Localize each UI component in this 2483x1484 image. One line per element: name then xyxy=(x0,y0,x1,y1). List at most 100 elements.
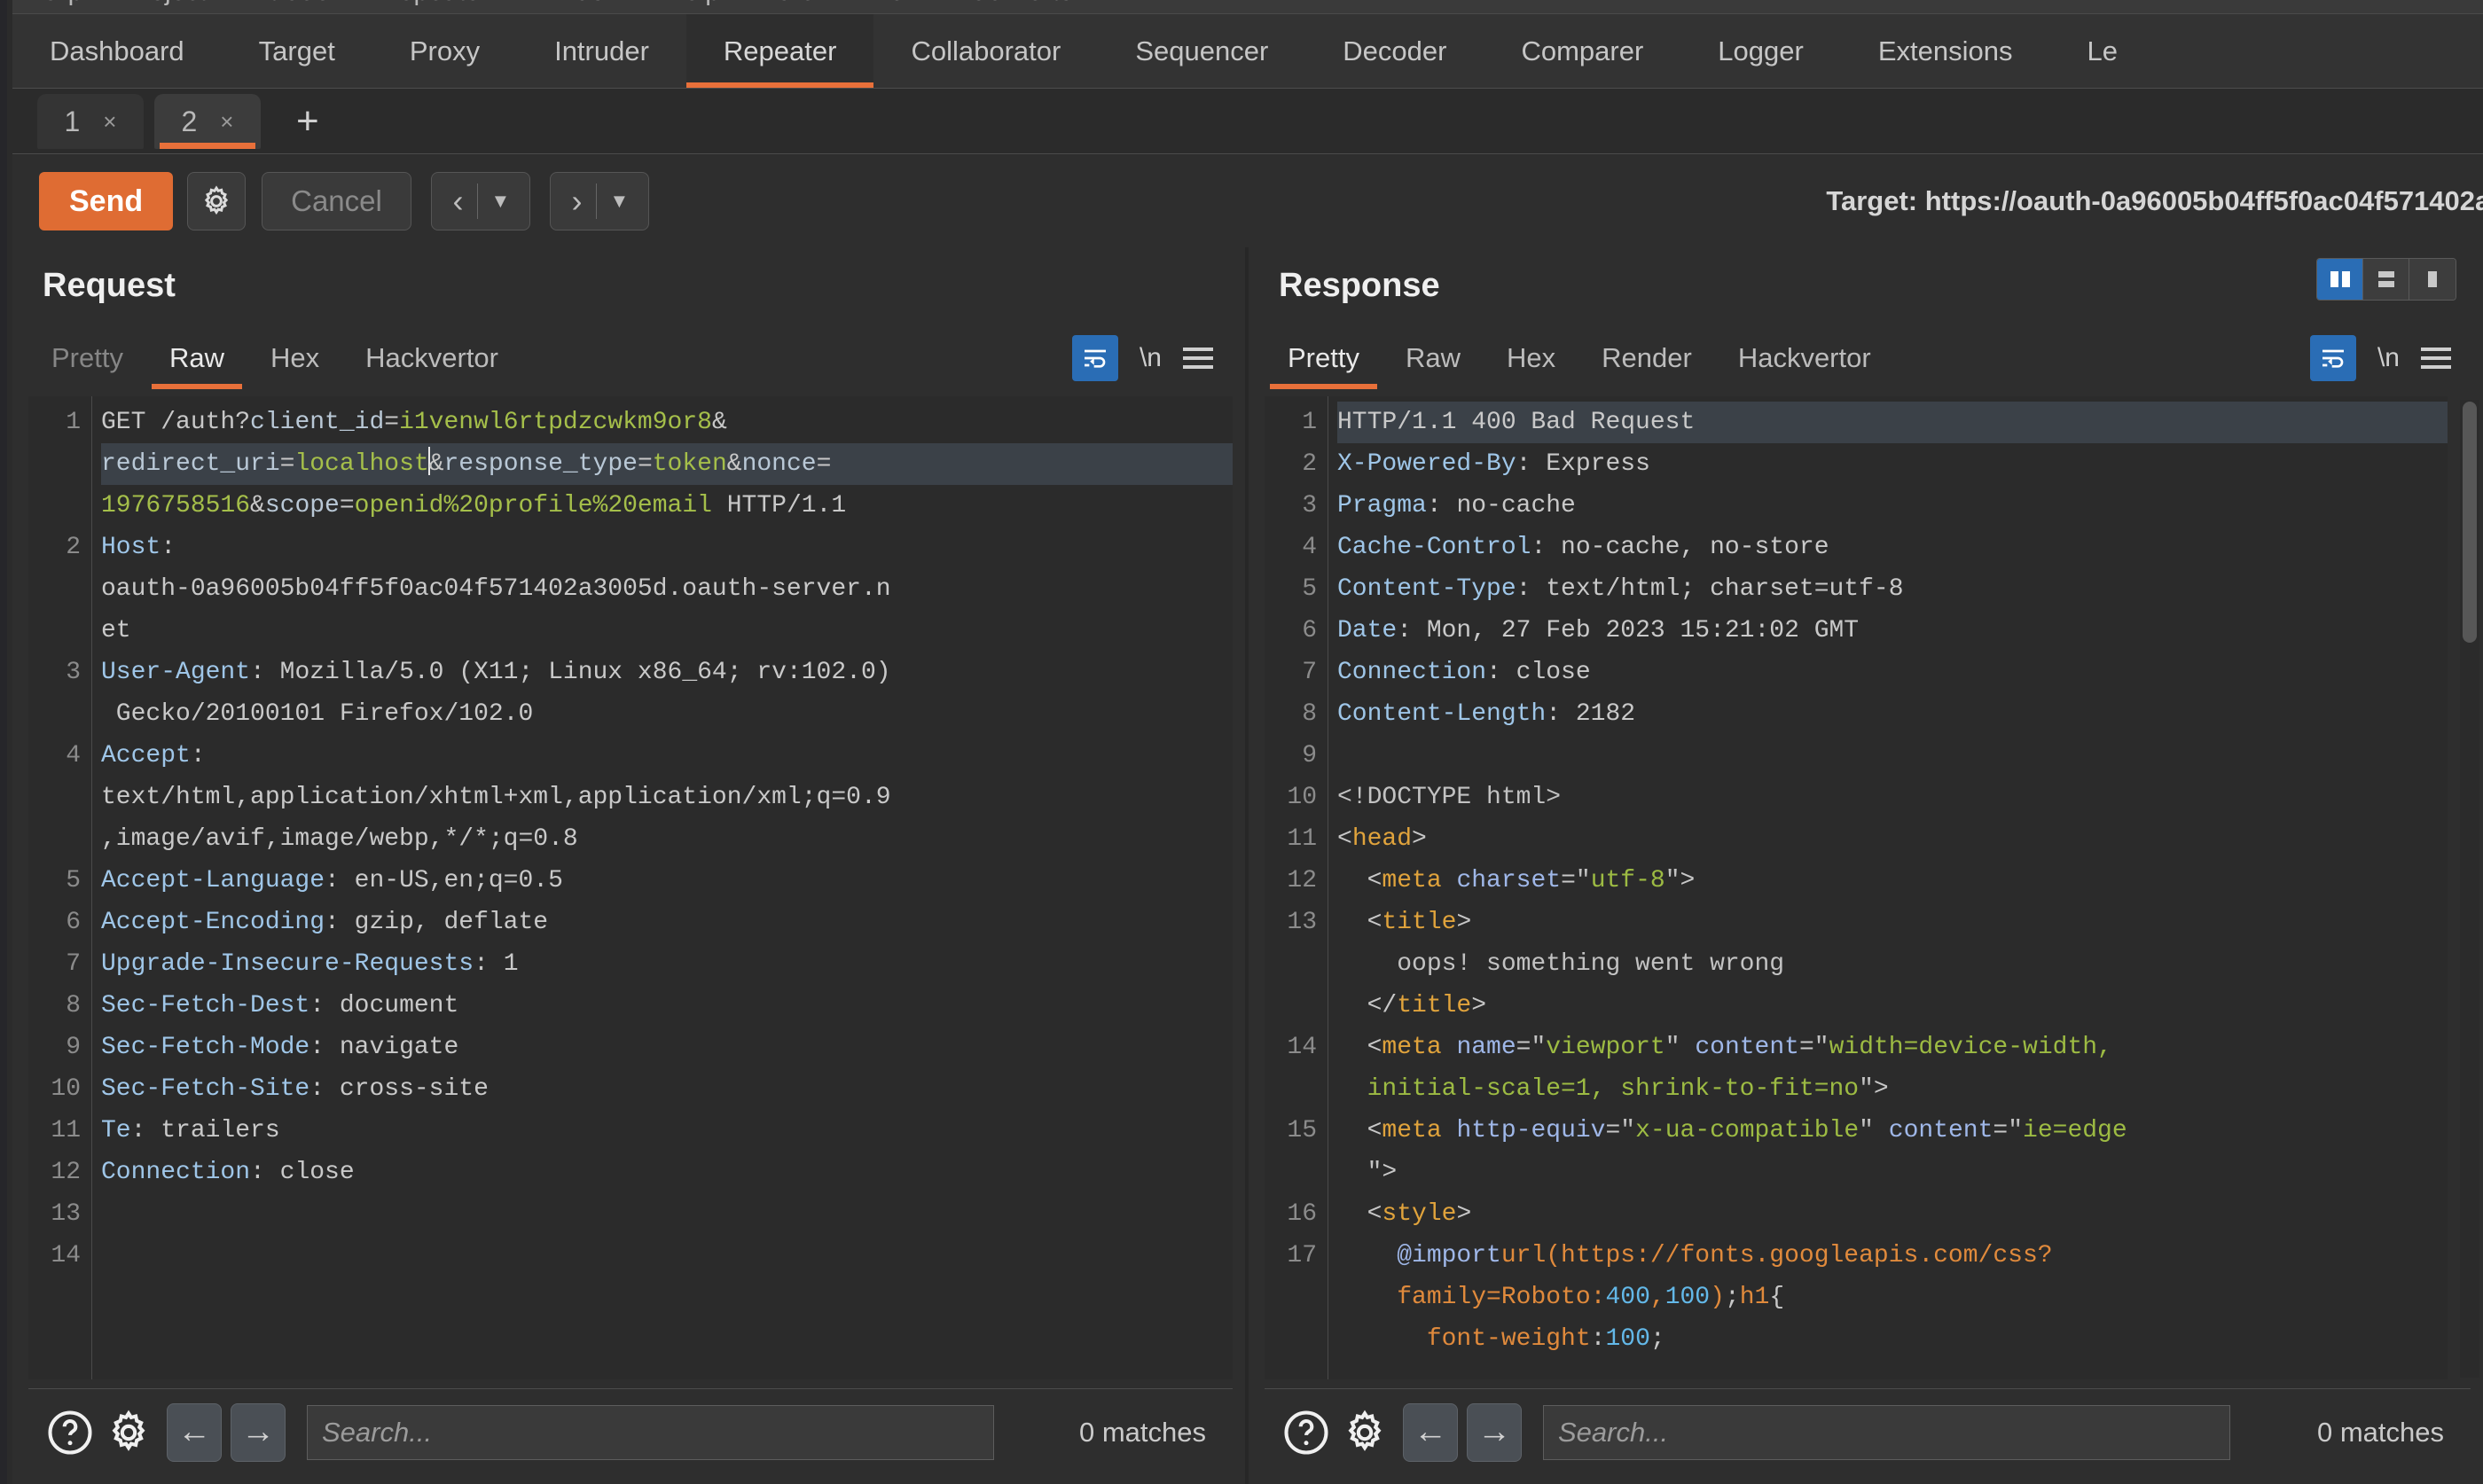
search-settings-gear-icon[interactable] xyxy=(99,1403,158,1462)
line-number: 9 xyxy=(1265,735,1328,777)
search-previous-button[interactable]: ← xyxy=(167,1403,222,1462)
response-message-body[interactable]: HTTP/1.1 400 Bad Request X-Powered-By: E… xyxy=(1328,396,2448,1379)
send-button[interactable]: Send xyxy=(39,172,173,230)
word-wrap-toggle[interactable] xyxy=(1072,335,1118,381)
code-line: Content-Length: 2182 xyxy=(1337,693,2448,735)
layout-single-button[interactable] xyxy=(2409,259,2456,300)
suite-tab-label: Intruder xyxy=(554,35,649,67)
word-wrap-toggle[interactable] xyxy=(2310,335,2356,381)
suite-tab-decoder[interactable]: Decoder xyxy=(1305,14,1484,88)
code-line: <head> xyxy=(1337,818,2448,860)
suite-tab-le[interactable]: Le xyxy=(2049,14,2154,88)
menu-item[interactable]: Intruder xyxy=(247,0,339,7)
scrollbar-thumb[interactable] xyxy=(2463,402,2477,643)
burger-menu-icon[interactable] xyxy=(2421,348,2451,369)
word-wrap-icon xyxy=(2319,344,2347,372)
line-number: 9 xyxy=(28,1027,91,1068)
cancel-button[interactable]: Cancel xyxy=(262,172,411,230)
request-search-input[interactable]: Search... xyxy=(307,1405,994,1460)
line-number xyxy=(28,485,91,527)
response-editor[interactable]: 12345678910111213 14 15 1617 HTTP/1.1 40… xyxy=(1265,396,2448,1379)
repeater-tab-1[interactable]: 1× xyxy=(37,94,144,149)
request-tab-hackvertor[interactable]: Hackvertor xyxy=(342,325,521,391)
add-repeater-tab-button[interactable]: + xyxy=(280,102,335,141)
response-match-count: 0 matches xyxy=(2317,1417,2471,1449)
search-next-button[interactable]: → xyxy=(231,1403,286,1462)
word-wrap-icon xyxy=(1081,344,1109,372)
line-number: 6 xyxy=(28,902,91,943)
chevron-down-icon: ▼ xyxy=(478,190,522,213)
search-placeholder: Search... xyxy=(1558,1417,1668,1449)
response-tab-render[interactable]: Render xyxy=(1578,325,1715,391)
response-search-input[interactable]: Search... xyxy=(1543,1405,2230,1460)
close-icon[interactable]: × xyxy=(103,108,116,136)
response-tab-raw[interactable]: Raw xyxy=(1382,325,1484,391)
suite-tab-label: Comparer xyxy=(1521,35,1643,67)
menu-item[interactable]: Burp xyxy=(27,0,82,7)
application-menu-bar[interactable]: Burp Project Intruder Repeater Window Help Par… xyxy=(12,0,2483,13)
suite-tab-target[interactable]: Target xyxy=(222,14,372,88)
line-number xyxy=(1265,1068,1328,1110)
suite-tab-extensions[interactable]: Extensions xyxy=(1841,14,2050,88)
request-tab-pretty[interactable]: Pretty xyxy=(28,325,146,391)
code-line: <!DOCTYPE html> xyxy=(1337,777,2448,818)
repeater-tab-2[interactable]: 2× xyxy=(154,94,261,149)
menu-item[interactable]: Project xyxy=(123,0,206,7)
request-view-tabs[interactable]: PrettyRawHexHackvertor \n xyxy=(28,325,1233,391)
menu-item[interactable]: Window xyxy=(530,0,625,7)
line-number: 7 xyxy=(28,943,91,985)
suite-tab-bar[interactable]: DashboardTarget Proxy Intruder Repeater Coll… xyxy=(12,13,2483,89)
suite-tab-collaborator[interactable]: Collaborator xyxy=(873,14,1098,88)
code-line: Content-Type: text/html; charset=utf-8 xyxy=(1337,568,2448,610)
layout-stacked-button[interactable] xyxy=(2363,259,2409,300)
suite-tab-logger[interactable]: Logger xyxy=(1680,14,1841,88)
response-panel: Response xyxy=(1249,247,2483,1484)
suite-tab-comparer[interactable]: Comparer xyxy=(1484,14,1680,88)
response-tab-hackvertor[interactable]: Hackvertor xyxy=(1715,325,1894,391)
suite-tab-label: Extensions xyxy=(1878,35,2013,67)
search-next-button[interactable]: → xyxy=(1467,1403,1522,1462)
request-editor[interactable]: 1 2 3 4 567891011121314 GET /auth?client… xyxy=(28,396,1233,1379)
suite-tab-intruder[interactable]: Intruder xyxy=(517,14,686,88)
response-view-tabs[interactable]: PrettyRawHexRenderHackvertor \n xyxy=(1265,325,2471,391)
request-tab-hex[interactable]: Hex xyxy=(247,325,342,391)
suite-tab-label: Collaborator xyxy=(911,35,1061,67)
show-newlines-toggle[interactable]: \n xyxy=(1140,343,1162,373)
next-request-button[interactable]: › ▼ xyxy=(550,172,649,230)
search-previous-button[interactable]: ← xyxy=(1403,1403,1458,1462)
code-line: Sec-Fetch-Site: cross-site xyxy=(101,1068,1233,1110)
show-newlines-toggle[interactable]: \n xyxy=(2377,343,2400,373)
response-tab-hex[interactable]: Hex xyxy=(1484,325,1578,391)
menu-item[interactable]: Hackvertor xyxy=(954,0,1083,7)
menu-item[interactable]: Help xyxy=(665,0,720,7)
close-icon[interactable]: × xyxy=(220,108,233,136)
suite-tab-repeater[interactable]: Repeater xyxy=(686,14,874,88)
menu-item[interactable]: Param Miner xyxy=(761,0,913,7)
suite-tab-sequencer[interactable]: Sequencer xyxy=(1098,14,1305,88)
chevron-right-icon: › xyxy=(557,183,596,220)
help-icon[interactable] xyxy=(41,1403,99,1462)
code-line: </title> xyxy=(1337,985,2448,1027)
layout-side-by-side-button[interactable] xyxy=(2317,259,2363,300)
search-settings-gear-icon[interactable] xyxy=(1335,1403,1394,1462)
repeater-tab-bar[interactable]: 1×2× + xyxy=(12,90,2483,154)
suite-tab-label: Proxy xyxy=(410,35,480,67)
suite-tab-proxy[interactable]: Proxy xyxy=(372,14,517,88)
burger-menu-icon[interactable] xyxy=(1183,348,1213,369)
request-settings-button[interactable] xyxy=(187,172,246,230)
response-tab-pretty[interactable]: Pretty xyxy=(1265,325,1382,391)
suite-tab-dashboard[interactable]: Dashboard xyxy=(12,14,222,88)
code-line: ,image/avif,image/webp,*/*;q=0.8 xyxy=(101,818,1233,860)
line-number: 3 xyxy=(28,652,91,693)
request-tab-raw[interactable]: Raw xyxy=(146,325,247,391)
code-line xyxy=(101,1193,1233,1235)
menu-item[interactable]: Repeater xyxy=(380,0,489,7)
repeater-toolbar: Send Cancel ‹ ▼ › ▼ Target: https://oaut… xyxy=(12,155,2483,247)
request-message-body[interactable]: GET /auth?client_id=i1venwl6rtpdzcwkm9or… xyxy=(92,396,1233,1379)
code-line: oops! something went wrong xyxy=(1337,943,2448,985)
line-number: 2 xyxy=(1265,443,1328,485)
help-icon[interactable] xyxy=(1277,1403,1335,1462)
layout-mode-buttons[interactable] xyxy=(2316,258,2456,301)
response-vertical-scrollbar[interactable] xyxy=(2460,400,2479,1378)
previous-request-button[interactable]: ‹ ▼ xyxy=(431,172,530,230)
